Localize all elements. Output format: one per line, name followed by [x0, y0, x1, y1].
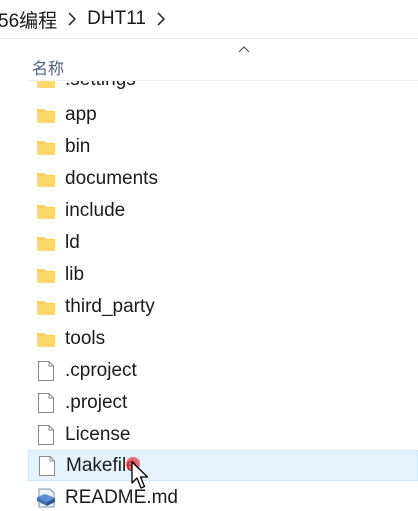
list-item-folder-include[interactable]: include: [28, 195, 418, 226]
click-indicator: [126, 457, 140, 471]
list-item-folder-documents[interactable]: documents: [28, 163, 418, 194]
list-item-file-project[interactable]: .project: [28, 387, 418, 418]
file-list: .settings app bin documents include ld: [0, 0, 418, 511]
file-name: ld: [65, 231, 80, 253]
list-item-folder-app[interactable]: app: [28, 99, 418, 130]
list-item-folder-bin[interactable]: bin: [28, 131, 418, 162]
file-icon: [35, 359, 57, 383]
file-icon: [35, 391, 57, 415]
file-name: third_party: [65, 295, 155, 317]
list-item-file-makefile[interactable]: Makefile: [28, 450, 418, 481]
file-name: .cproject: [65, 359, 137, 381]
markdown-file-icon: [35, 486, 57, 510]
file-icon: [36, 454, 58, 478]
list-item-folder-ld[interactable]: ld: [28, 227, 418, 258]
list-item-folder-lib[interactable]: lib: [28, 259, 418, 290]
folder-icon: [35, 263, 57, 287]
file-name: .settings: [65, 81, 136, 91]
file-name: .project: [65, 391, 128, 413]
folder-icon: [35, 199, 57, 223]
file-name: README.md: [65, 486, 178, 508]
file-name: app: [65, 103, 97, 125]
folder-icon: [35, 167, 57, 191]
file-icon: [35, 423, 57, 447]
list-item-file-license[interactable]: License: [28, 419, 418, 450]
list-item-file-cproject[interactable]: .cproject: [28, 355, 418, 386]
file-name: bin: [65, 135, 91, 157]
folder-icon: [35, 231, 57, 255]
file-name: documents: [65, 167, 158, 189]
folder-icon: [35, 81, 57, 92]
list-item-partial[interactable]: .settings: [28, 81, 418, 95]
file-name: include: [65, 199, 126, 221]
file-name: tools: [65, 327, 106, 349]
list-item-folder-tools[interactable]: tools: [28, 323, 418, 354]
list-item-file-readme[interactable]: README.md: [28, 482, 418, 511]
folder-icon: [35, 295, 57, 319]
folder-icon: [35, 103, 57, 127]
file-name: License: [65, 423, 131, 445]
folder-icon: [35, 327, 57, 351]
file-name: lib: [65, 263, 85, 285]
list-item-folder-third-party[interactable]: third_party: [28, 291, 418, 322]
folder-icon: [35, 135, 57, 159]
